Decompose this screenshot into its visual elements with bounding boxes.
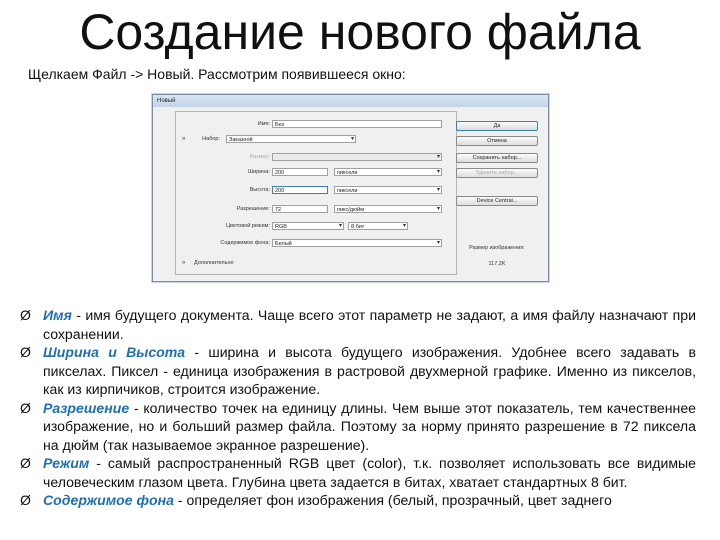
dialog-form: Имя: Без » Набор: Заказной Размер: Ширин… bbox=[175, 111, 457, 275]
save-preset-button[interactable]: Сохранить набор... bbox=[456, 153, 538, 163]
ok-button[interactable]: Да bbox=[456, 121, 538, 131]
bullet-term: Режим bbox=[43, 455, 90, 471]
preset-select[interactable]: Заказной bbox=[226, 135, 356, 143]
bullet-item: Ø Ширина и Высота - ширина и высота будущ… bbox=[20, 343, 696, 399]
bullet-list: Ø Имя - имя будущего документа. Чаще всег… bbox=[20, 306, 696, 510]
resolution-unit-select[interactable]: пикс/дюйм bbox=[334, 205, 442, 213]
height-label: Высота: bbox=[249, 187, 270, 193]
bullet-arrow-icon: Ø bbox=[20, 307, 31, 323]
bullet-text: - определяет фон изображения (белый, про… bbox=[173, 492, 612, 508]
name-label: Имя: bbox=[257, 121, 270, 127]
bullet-item: Ø Имя - имя будущего документа. Чаще всег… bbox=[20, 306, 696, 343]
bullet-term: Ширина и Высота bbox=[43, 344, 186, 360]
advanced-expand-icon[interactable]: » bbox=[182, 258, 185, 268]
bullet-term: Содержимое фона bbox=[43, 492, 174, 508]
new-file-dialog-screenshot: Новый Имя: Без » Набор: Заказной Размер:… bbox=[152, 94, 549, 282]
image-size-value: 117,2K bbox=[488, 261, 506, 267]
bullet-arrow-icon: Ø bbox=[20, 399, 31, 416]
width-field[interactable]: 200 bbox=[272, 168, 328, 176]
color-mode-label: Цветовой режим: bbox=[226, 223, 270, 229]
bullet-arrow-icon: Ø bbox=[20, 455, 31, 471]
resolution-label: Разрешение: bbox=[236, 206, 270, 212]
delete-preset-button: Удалить набор... bbox=[456, 168, 538, 178]
bullet-item: Ø Режим - самый распространенный RGB цвет… bbox=[20, 454, 696, 491]
size-select bbox=[272, 153, 442, 161]
background-select[interactable]: Белый bbox=[272, 239, 442, 247]
size-label: Размер: bbox=[249, 154, 270, 160]
height-field[interactable]: 200 bbox=[272, 186, 328, 194]
bullet-term: Разрешение bbox=[43, 399, 130, 416]
dialog-title: Новый bbox=[153, 95, 548, 107]
bullet-text: - имя будущего документа. Чаще всего это… bbox=[43, 307, 696, 342]
slide-title: Создание нового файла bbox=[79, 4, 641, 60]
bullet-item: Ø Содержимое фона - определяет фон изобра… bbox=[20, 491, 696, 510]
bit-depth-select[interactable]: 8 бит bbox=[348, 222, 408, 230]
slide-subtitle: Щелкаем Файл -> Новый. Рассмотрим появив… bbox=[28, 66, 406, 82]
bullet-arrow-icon: Ø bbox=[20, 344, 31, 360]
background-label: Содержимое фона: bbox=[220, 240, 270, 246]
device-central-button[interactable]: Device Central... bbox=[456, 196, 538, 206]
width-unit-select[interactable]: пиксели bbox=[334, 168, 442, 176]
bullet-term: Имя bbox=[43, 307, 72, 323]
cancel-button[interactable]: Отмена bbox=[456, 136, 538, 146]
image-size-label: Размер изображения: bbox=[469, 245, 525, 251]
name-field[interactable]: Без bbox=[272, 120, 442, 128]
bullet-item: Ø Разрешение - количество точек на единиц… bbox=[20, 399, 696, 455]
preset-label: Набор: bbox=[202, 136, 220, 142]
color-mode-select[interactable]: RGB bbox=[272, 222, 344, 230]
advanced-label[interactable]: Дополнительно bbox=[194, 258, 234, 268]
height-unit-select[interactable]: пиксели bbox=[334, 186, 442, 194]
bullet-text: - самый распространенный RGB цвет (color… bbox=[43, 455, 696, 490]
width-label: Ширина: bbox=[248, 169, 270, 175]
resolution-field[interactable]: 72 bbox=[272, 205, 328, 213]
bullet-text: - количество точек на единицу длины. Чем… bbox=[43, 399, 696, 453]
bullet-arrow-icon: Ø bbox=[20, 492, 31, 508]
